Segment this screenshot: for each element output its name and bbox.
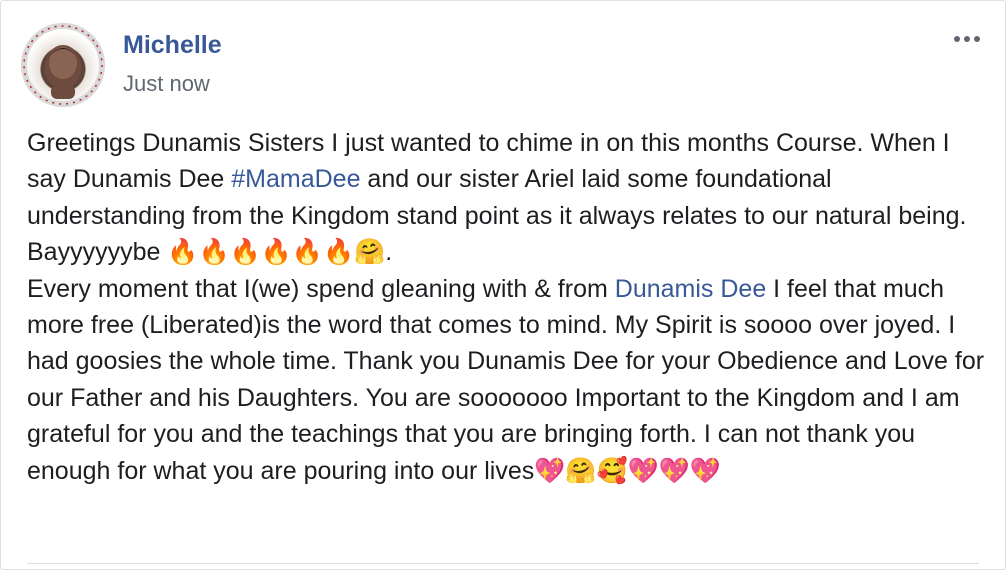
avatar[interactable] bbox=[21, 23, 105, 107]
more-options-icon[interactable] bbox=[949, 27, 985, 51]
dot bbox=[974, 36, 980, 42]
avatar-frame-icon bbox=[21, 23, 105, 107]
hashtag-link[interactable]: #MamaDee bbox=[231, 165, 360, 193]
post-text-part-4: I feel that much more free (Liberated)is… bbox=[27, 274, 985, 485]
post-text-part-3: Every moment that I(we) spend gleaning w… bbox=[27, 274, 615, 303]
author-name[interactable]: Michelle bbox=[123, 31, 222, 60]
post-body: Greetings Dunamis Sisters I just wanted … bbox=[27, 125, 987, 489]
avatar-image bbox=[21, 23, 105, 107]
divider bbox=[27, 563, 979, 564]
mention-link[interactable]: Dunamis Dee bbox=[615, 275, 766, 303]
post-card: Michelle Just now Greetings Dunamis Sist… bbox=[0, 0, 1006, 570]
post-timestamp[interactable]: Just now bbox=[123, 71, 210, 97]
dot bbox=[964, 36, 970, 42]
dot bbox=[954, 36, 960, 42]
